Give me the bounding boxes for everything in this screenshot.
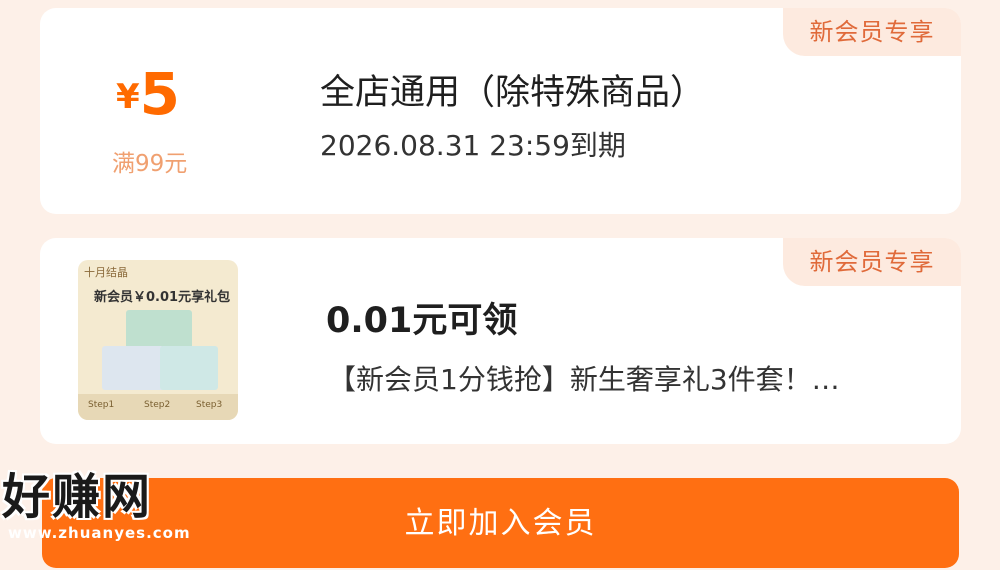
thumb-step: Step3 (196, 400, 223, 410)
gift-card[interactable]: 新会员专享 十月结晶 新会员￥0.01元享礼包 Step1 Step2 Step… (40, 238, 961, 444)
site-watermark: 好赚网 www.zhuanyes.com (2, 470, 192, 542)
new-member-badge: 新会员专享 (783, 8, 961, 56)
coupon-value: 5 (139, 60, 181, 128)
watermark-text: 好赚网 (2, 469, 153, 525)
coupon-amount: ¥5 (116, 60, 180, 128)
gift-description: 【新会员1分钱抢】新生奢享礼3件套！… (328, 363, 840, 396)
coupon-threshold: 满99元 (112, 151, 188, 177)
gift-thumbnail: 十月结晶 新会员￥0.01元享礼包 Step1 Step2 Step3 (78, 260, 238, 420)
product-box-image (102, 346, 164, 390)
thumb-steps: Step1 Step2 Step3 (78, 394, 238, 420)
gift-title: 0.01元可领 (326, 301, 518, 341)
thumb-step: Step2 (144, 400, 171, 410)
coupon-expire: 2026.08.31 23:59到期 (320, 129, 626, 162)
thumb-title: 新会员￥0.01元享礼包 (94, 290, 231, 305)
coupon-title: 全店通用（除特殊商品） (320, 73, 706, 113)
thumb-step: Step1 (88, 400, 115, 410)
product-box-image (160, 346, 218, 390)
new-member-badge: 新会员专享 (783, 238, 961, 286)
currency-symbol: ¥ (116, 77, 140, 117)
watermark-url: www.zhuanyes.com (8, 524, 191, 542)
coupon-card[interactable]: 新会员专享 ¥5 满99元 全店通用（除特殊商品） 2026.08.31 23:… (40, 8, 961, 214)
thumb-brand: 十月结晶 (84, 266, 128, 279)
